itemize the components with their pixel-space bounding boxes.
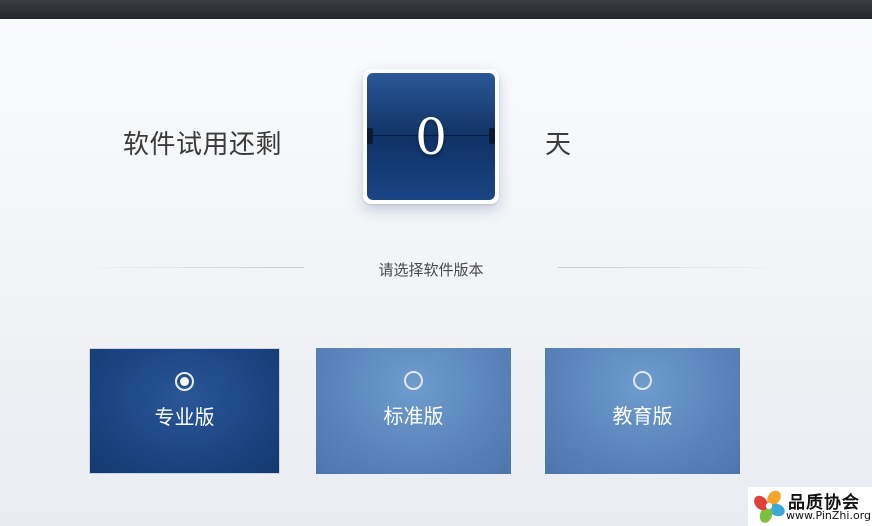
window-titlebar[interactable] (0, 0, 872, 19)
edition-option-professional[interactable]: 专业版 (89, 348, 280, 474)
days-unit-label: 天 (545, 130, 572, 160)
days-remaining-value: 0 (415, 108, 447, 166)
watermark-url: www.PinZhi.org (786, 509, 871, 522)
flower-logo-icon (754, 490, 785, 523)
watermark: 品质协会 www.PinZhi.org (748, 487, 872, 526)
flip-card-face: 0 (367, 73, 495, 200)
radio-unselected-icon[interactable] (404, 371, 423, 390)
choose-edition-prompt: 请选择软件版本 (378, 261, 484, 279)
edition-label: 专业版 (154, 405, 215, 429)
radio-unselected-icon[interactable] (633, 371, 652, 390)
edition-option-education[interactable]: 教育版 (545, 348, 740, 474)
edition-label: 教育版 (612, 404, 673, 428)
edition-option-standard[interactable]: 标准版 (316, 348, 511, 474)
radio-selected-icon[interactable] (175, 372, 194, 391)
divider-left (78, 267, 304, 268)
days-counter-card: 0 (363, 69, 499, 204)
trial-remaining-label: 软件试用还剩 (123, 130, 283, 160)
edition-label: 标准版 (383, 404, 444, 428)
divider-right (558, 267, 788, 268)
